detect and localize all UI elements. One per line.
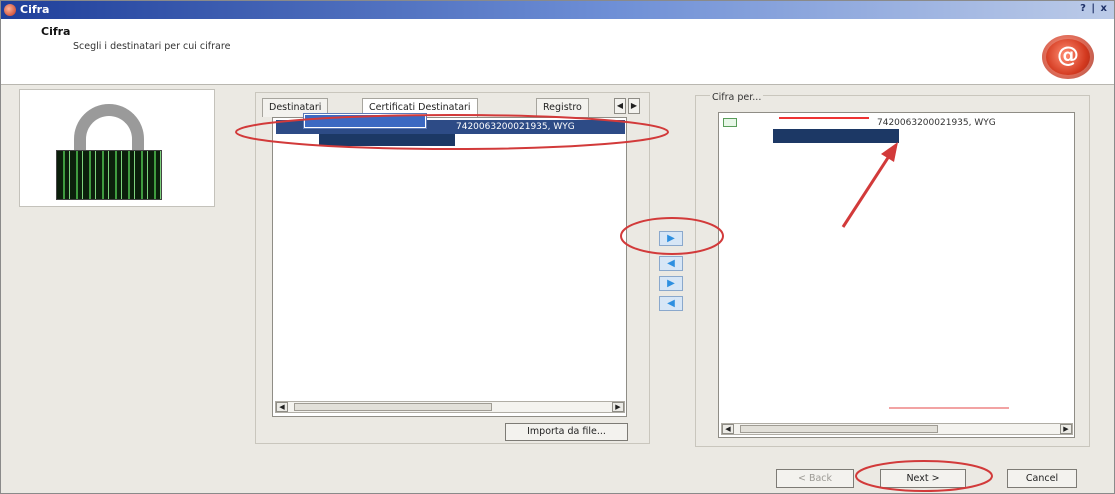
- redacted-block: [773, 129, 899, 143]
- selected-recipients-list[interactable]: 7420063200021935, WYG ◀ ▶: [718, 112, 1075, 438]
- wizard-header: Cifra Scegli i destinatari per cui cifra…: [1, 19, 1114, 85]
- import-from-file-button[interactable]: Importa da file...: [505, 423, 628, 441]
- scroll-right-icon[interactable]: ▶: [612, 402, 624, 412]
- checkbox[interactable]: [723, 118, 737, 127]
- add-recipient-icon[interactable]: ▶: [659, 231, 683, 246]
- tab-scroll-right-icon[interactable]: ▶: [628, 98, 640, 114]
- cancel-button[interactable]: Cancel: [1007, 469, 1077, 488]
- redaction-stroke: [889, 407, 1009, 409]
- horizontal-scrollbar[interactable]: ◀ ▶: [275, 401, 625, 413]
- title-bar: Cifra ? | x: [1, 1, 1114, 19]
- scroll-left-icon[interactable]: ◀: [276, 402, 288, 412]
- tab-scroll-left-icon[interactable]: ◀: [614, 98, 626, 114]
- recipients-list[interactable]: 7420063200021935, WYG ◀ ▶: [272, 117, 627, 417]
- page-subtitle: Scegli i destinatari per cui cifrare: [73, 41, 231, 52]
- seal-icon: @: [1042, 35, 1094, 79]
- encrypt-for-label: Cifra per...: [710, 92, 764, 103]
- remove-all-recipients-icon[interactable]: ◀: [659, 296, 683, 311]
- padlock-icon: [56, 150, 162, 200]
- tab-registro[interactable]: Registro: [536, 98, 589, 117]
- scrollbar-thumb[interactable]: [294, 403, 492, 411]
- tooltip-body: [305, 115, 425, 127]
- add-all-recipients-icon[interactable]: ▶: [659, 276, 683, 291]
- redaction-stroke: [779, 117, 869, 119]
- app-icon: [4, 4, 16, 16]
- window-title: Cifra: [20, 3, 50, 16]
- scrollbar-thumb[interactable]: [740, 425, 938, 433]
- lock-image-panel: [19, 89, 215, 207]
- recipient-text: 7420063200021935, WYG: [877, 118, 996, 128]
- next-button[interactable]: Next >: [880, 469, 966, 488]
- page-title: Cifra: [41, 25, 71, 38]
- scroll-left-icon[interactable]: ◀: [722, 424, 734, 434]
- window-controls[interactable]: ? | x: [1080, 3, 1108, 14]
- back-button[interactable]: < Back: [776, 469, 854, 488]
- redacted-block: [319, 134, 455, 146]
- list-item[interactable]: 7420063200021935, WYG: [723, 117, 1069, 129]
- scroll-right-icon[interactable]: ▶: [1060, 424, 1072, 434]
- horizontal-scrollbar[interactable]: ◀ ▶: [721, 423, 1073, 435]
- redacted-tooltip: [303, 113, 427, 129]
- at-sign-icon: @: [1057, 43, 1079, 68]
- remove-recipient-icon[interactable]: ◀: [659, 256, 683, 271]
